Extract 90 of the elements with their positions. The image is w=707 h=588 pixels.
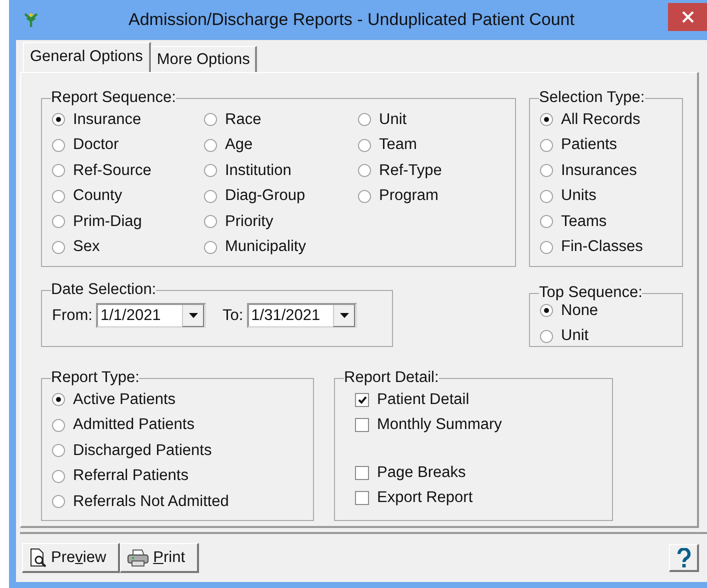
- checkbox[interactable]: [355, 418, 369, 432]
- radio-label: Unit: [379, 110, 407, 129]
- radio-label: Institution: [225, 162, 292, 180]
- radio-button[interactable]: [540, 330, 553, 343]
- group-title: Report Type:: [51, 369, 140, 387]
- checkbox-label: Export Report: [377, 489, 473, 508]
- radio-label: Referrals Not Admitted: [73, 492, 229, 511]
- radio-button[interactable]: [52, 418, 65, 432]
- radio-button[interactable]: [204, 164, 217, 178]
- radio-label: Ref-Source: [73, 162, 152, 180]
- radio-button[interactable]: [204, 190, 217, 203]
- group-title: Selection Type:: [539, 89, 645, 107]
- radio-label: Insurances: [561, 162, 637, 180]
- dropdown-arrow-icon: [188, 312, 198, 318]
- radio-label: Units: [561, 187, 596, 206]
- radio-button[interactable]: [52, 113, 65, 126]
- radio-label: Priority: [225, 212, 274, 231]
- radio-label: Discharged Patients: [73, 442, 212, 460]
- radio-button[interactable]: [204, 240, 217, 254]
- tab[interactable]: General Options: [23, 42, 151, 72]
- radio-button[interactable]: [52, 215, 65, 228]
- group-title: Report Detail:: [344, 369, 439, 387]
- radio-button[interactable]: [52, 138, 65, 152]
- radio-label: All Records: [561, 110, 640, 129]
- date-dropdown[interactable]: 1/31/2021: [247, 303, 358, 328]
- preview-button[interactable]: Preview: [22, 543, 120, 573]
- radio-label: Sex: [73, 238, 100, 256]
- document-magnifier-icon: [29, 548, 47, 568]
- close-button[interactable]: [668, 3, 707, 31]
- group-title: Date Selection:: [51, 281, 156, 299]
- window-title: Admission/Discharge Reports - Unduplicated Patient Count: [127, 10, 576, 30]
- radio-label: Patients: [561, 136, 618, 154]
- radio-button[interactable]: [204, 113, 217, 126]
- radio-button[interactable]: [204, 138, 217, 152]
- radio-button[interactable]: [540, 304, 553, 318]
- field-label: From:: [52, 306, 92, 324]
- radio-label: Referral Patients: [73, 467, 188, 486]
- radio-label: Insurance: [73, 110, 142, 129]
- dropdown-arrow-icon: [340, 312, 349, 318]
- radio-button[interactable]: [52, 164, 65, 178]
- radio-button[interactable]: [358, 190, 371, 203]
- checkbox[interactable]: [355, 491, 369, 506]
- radio-button[interactable]: [358, 138, 371, 152]
- radio-label: Race: [225, 110, 262, 129]
- radio-button[interactable]: [540, 113, 553, 126]
- radio-label: Fin-Classes: [561, 238, 643, 256]
- sprout-icon: [22, 12, 40, 28]
- group-title: Top Sequence:: [539, 284, 642, 302]
- radio-button[interactable]: [52, 190, 65, 203]
- checkbox[interactable]: [355, 466, 369, 480]
- checkbox-label: Page Breaks: [377, 464, 466, 482]
- radio-label: None: [561, 302, 598, 320]
- print-button[interactable]: Print: [120, 543, 200, 573]
- radio-label: Active Patients: [73, 390, 176, 409]
- question-mark-icon: [676, 548, 690, 568]
- radio-label: Unit: [561, 327, 589, 346]
- radio-button[interactable]: [358, 164, 371, 178]
- printer-icon: [127, 548, 150, 566]
- close-icon: [682, 11, 694, 23]
- radio-label: Ref-Type: [379, 162, 442, 180]
- checkbox-label: Patient Detail: [377, 390, 470, 409]
- radio-label: Municipality: [225, 238, 306, 256]
- radio-label: Teams: [561, 212, 607, 231]
- date-dropdown[interactable]: 1/1/2021: [96, 303, 206, 328]
- radio-button[interactable]: [52, 470, 65, 483]
- radio-button[interactable]: [204, 215, 217, 228]
- radio-button[interactable]: [52, 393, 65, 406]
- radio-button[interactable]: [540, 190, 553, 203]
- radio-label: Diag-Group: [225, 187, 306, 206]
- radio-button[interactable]: [540, 164, 553, 178]
- radio-label: County: [73, 187, 122, 206]
- radio-label: Program: [379, 187, 438, 206]
- group-title: Report Sequence:: [51, 89, 176, 107]
- radio-label: Doctor: [73, 136, 119, 154]
- radio-label: Admitted Patients: [73, 416, 194, 434]
- help-button[interactable]: [669, 544, 699, 572]
- radio-button[interactable]: [358, 113, 371, 126]
- field-label: To:: [222, 306, 244, 324]
- radio-label: Team: [379, 136, 417, 154]
- radio-label: Prim-Diag: [73, 212, 142, 231]
- radio-label: Age: [225, 136, 253, 154]
- checkbox-label: Monthly Summary: [377, 416, 502, 434]
- radio-button[interactable]: [52, 240, 65, 254]
- checkbox[interactable]: [355, 392, 369, 407]
- radio-button[interactable]: [540, 240, 553, 254]
- radio-button[interactable]: [540, 215, 553, 228]
- radio-button[interactable]: [52, 444, 65, 458]
- radio-button[interactable]: [52, 495, 65, 508]
- radio-button[interactable]: [540, 138, 553, 152]
- tab[interactable]: More Options: [150, 46, 257, 72]
